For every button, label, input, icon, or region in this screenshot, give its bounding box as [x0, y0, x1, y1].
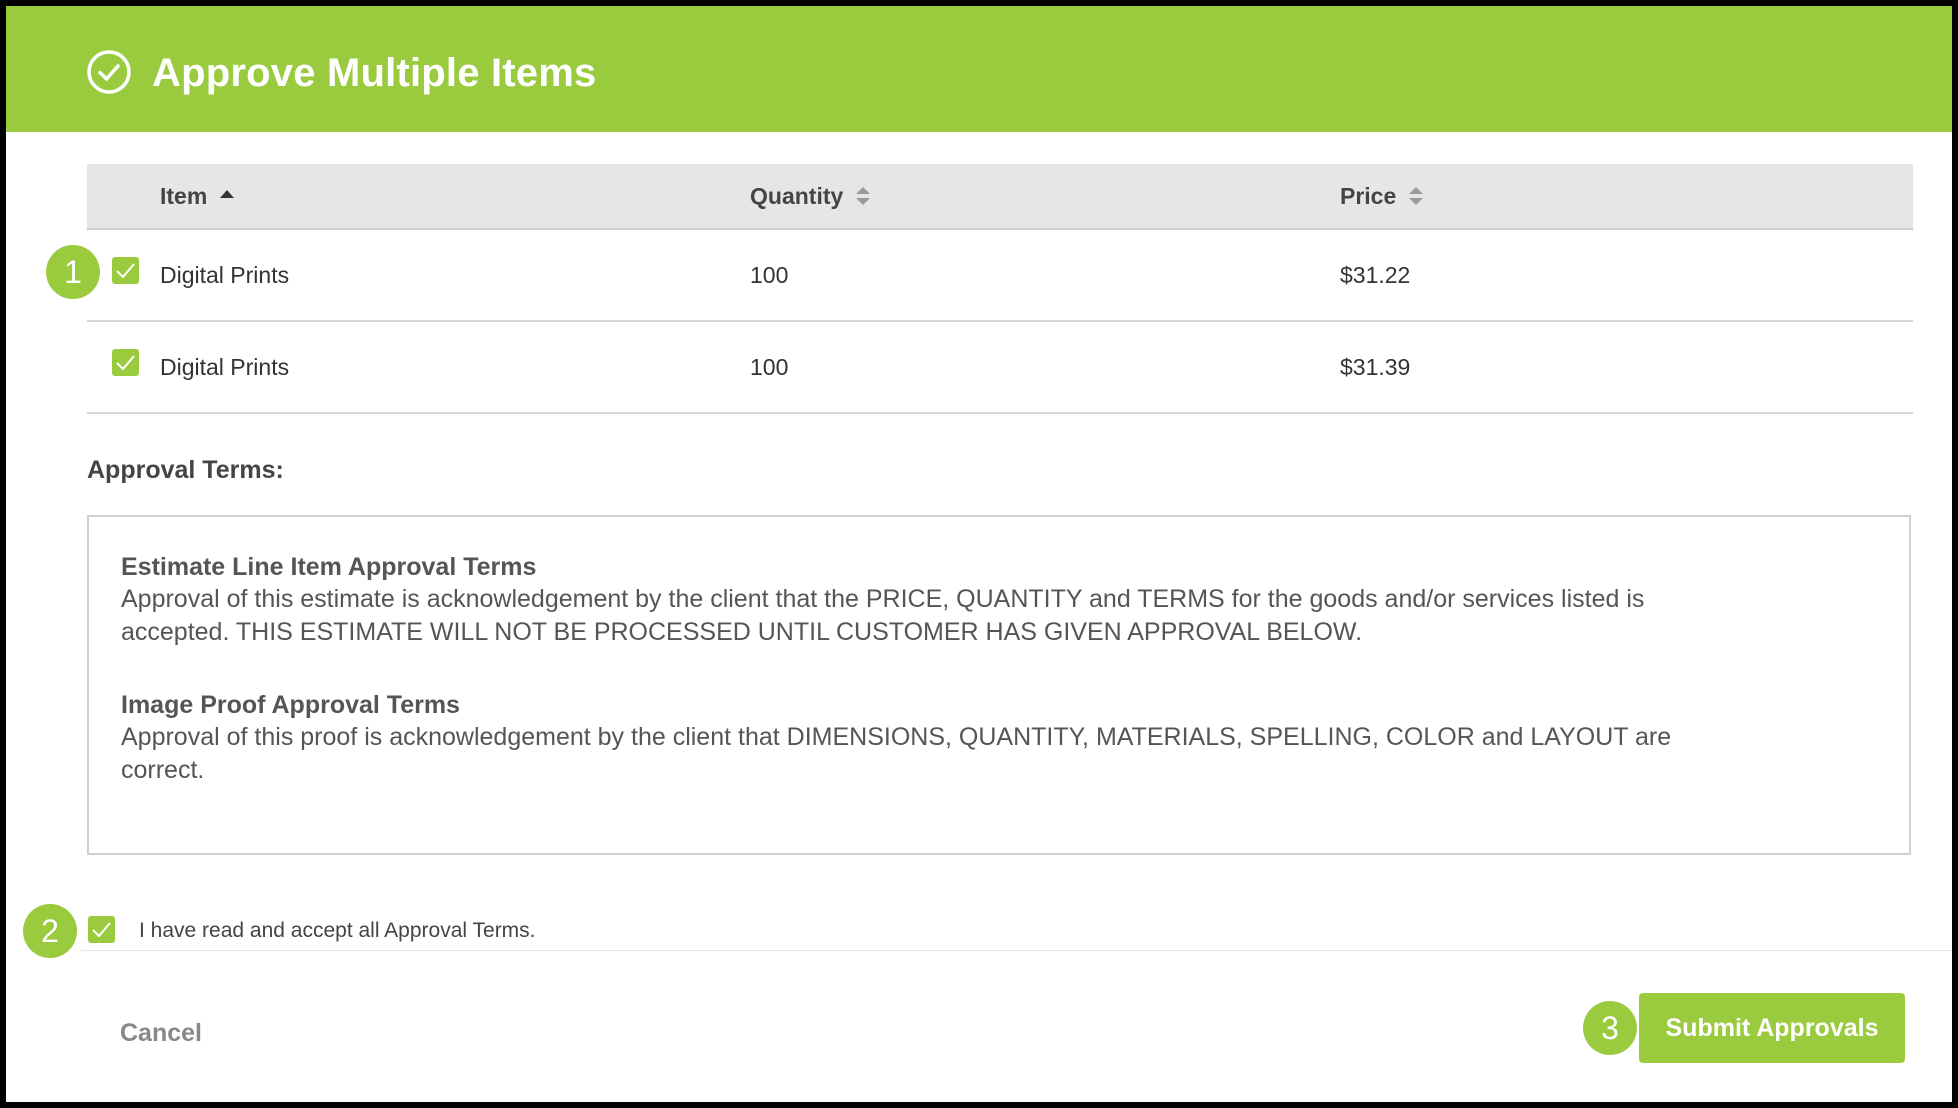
cell-quantity: 100	[750, 354, 789, 380]
terms-block-proof: Image Proof Approval Terms Approval of t…	[121, 689, 1877, 787]
cell-item: Digital Prints	[160, 354, 290, 380]
approval-terms-box: Estimate Line Item Approval Terms Approv…	[87, 515, 1911, 855]
checkmark-icon	[116, 355, 135, 371]
sort-ascending-icon	[220, 190, 235, 198]
table-row: Digital Prints 100 $31.22	[87, 230, 1913, 322]
modal-title: Approve Multiple Items	[152, 51, 597, 95]
cell-price: $31.22	[1340, 262, 1411, 288]
table-header: Item Quantity Price	[87, 164, 1913, 230]
accept-terms-row: I have read and accept all Approval Term…	[6, 906, 1952, 956]
row-checkbox[interactable]	[112, 349, 139, 376]
callout-badge-1: 1	[46, 245, 100, 299]
table-row: Digital Prints 100 $31.39	[87, 322, 1913, 414]
column-header-item[interactable]: Item	[160, 164, 235, 228]
checkmark-icon	[116, 263, 135, 279]
terms-block-title: Image Proof Approval Terms	[121, 691, 460, 719]
cancel-button[interactable]: Cancel	[120, 1008, 202, 1058]
accept-terms-checkbox[interactable]	[88, 916, 115, 943]
cell-price: $31.39	[1340, 354, 1411, 380]
cell-quantity: 100	[750, 262, 789, 288]
modal-header: Approve Multiple Items	[6, 6, 1952, 132]
column-header-label: Item	[160, 183, 208, 209]
checkmark-icon	[92, 922, 111, 938]
approval-terms-heading: Approval Terms:	[87, 456, 284, 484]
cell-item: Digital Prints	[160, 262, 290, 288]
column-header-quantity[interactable]: Quantity	[750, 164, 871, 228]
submit-approvals-button[interactable]: Submit Approvals	[1639, 993, 1905, 1063]
sort-unsorted-icon	[1409, 187, 1424, 205]
terms-block-title: Estimate Line Item Approval Terms	[121, 553, 537, 581]
terms-block-text: correct.	[121, 756, 205, 784]
approve-items-modal: Approve Multiple Items Item Quantity Pri…	[6, 6, 1952, 1102]
accept-terms-label[interactable]: I have read and accept all Approval Term…	[139, 906, 536, 956]
callout-badge-3: 3	[1583, 1001, 1637, 1055]
terms-block-text: Approval of this proof is acknowledgemen…	[121, 723, 1672, 751]
terms-block-text: Approval of this estimate is acknowledge…	[121, 585, 1645, 613]
terms-block-estimate: Estimate Line Item Approval Terms Approv…	[121, 551, 1877, 649]
column-header-label: Quantity	[750, 183, 844, 209]
column-header-price[interactable]: Price	[1340, 164, 1424, 228]
column-header-label: Price	[1340, 183, 1397, 209]
items-table: Item Quantity Price Digital Prints 100 $…	[87, 164, 1913, 414]
footer-divider	[81, 950, 1952, 951]
sort-unsorted-icon	[856, 187, 871, 205]
check-circle-icon	[87, 50, 131, 94]
row-checkbox[interactable]	[112, 257, 139, 284]
callout-badge-2: 2	[23, 904, 77, 958]
terms-block-text: accepted. THIS ESTIMATE WILL NOT BE PROC…	[121, 618, 1363, 646]
